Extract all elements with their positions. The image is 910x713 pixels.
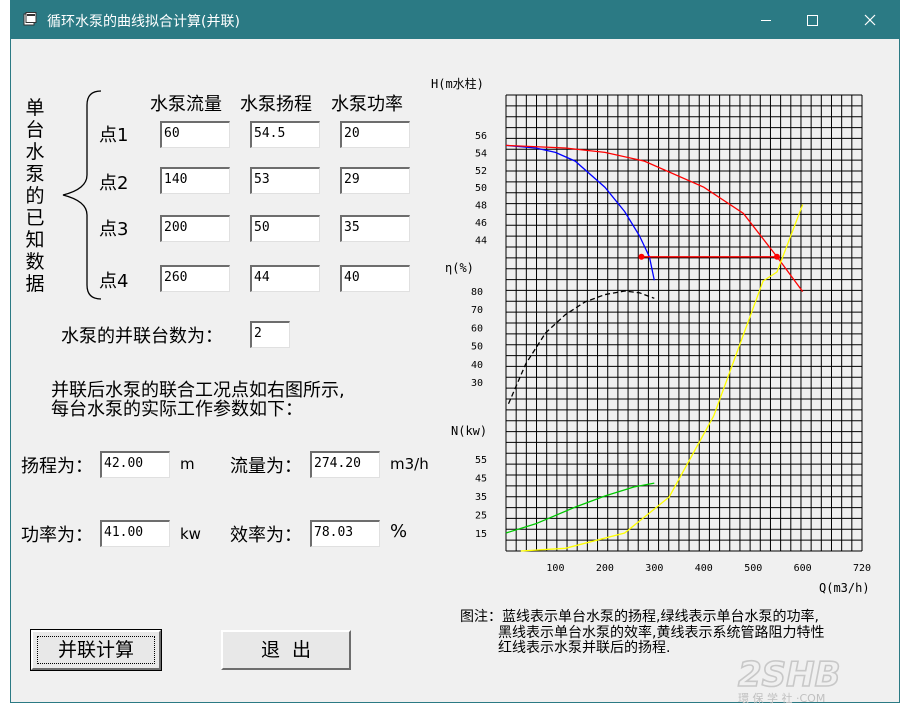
power-result-field[interactable]: 41.00: [100, 520, 170, 547]
x-tick-label: 100: [546, 563, 564, 574]
operating-point-single: [638, 253, 645, 260]
head-tick-label: 48: [475, 201, 487, 212]
x-tick-label: 500: [744, 563, 762, 574]
eff-unit: %: [390, 521, 408, 542]
power-field-3[interactable]: 35: [340, 215, 410, 242]
flow-field-2[interactable]: 140: [160, 167, 230, 194]
head-field-4[interactable]: 44: [250, 265, 320, 292]
known-data-label: 单台水泵的已知数据: [25, 97, 45, 295]
svg-text:2SHB: 2SHB: [738, 655, 841, 695]
power-tick-label: 45: [475, 474, 487, 485]
head-field-1[interactable]: 54.5: [250, 121, 320, 148]
x-tick-label: 200: [596, 563, 614, 574]
app-icon: [23, 12, 37, 26]
flow-result-label: 流量为：: [230, 456, 302, 477]
head-result-label: 扬程为：: [21, 456, 93, 477]
watermark-logo: 2SHB 環 保 学 社 ·COM: [737, 654, 841, 705]
flow-result-field[interactable]: 274.20: [310, 451, 380, 478]
minimize-icon: [761, 20, 771, 21]
head-result-field[interactable]: 42.00: [100, 451, 170, 478]
x-tick-label: 600: [794, 563, 812, 574]
eff-result-field[interactable]: 78.03: [310, 520, 380, 547]
power-field-2[interactable]: 29: [340, 167, 410, 194]
x-tick-label: 720: [853, 563, 871, 574]
parallel-calc-button[interactable]: 并联计算: [30, 629, 162, 671]
head-tick-label: 46: [475, 218, 487, 229]
legend-note-line-2: 黑线表示单台水泵的效率,黄线表示系统管路阻力特性: [498, 625, 825, 641]
col-header-flow: 水泵流量: [150, 94, 222, 115]
head-field-2[interactable]: 53: [250, 167, 320, 194]
exit-button[interactable]: 退 出: [221, 630, 351, 670]
title-bar: 循环水泵的曲线拟合计算(并联): [11, 1, 899, 39]
power-tick-label: 55: [475, 455, 487, 466]
legend-note-line-1: 图注：蓝线表示单台水泵的扬程,绿线表示单台水泵的功率,: [460, 609, 819, 625]
x-axis-label: Q(m3/h): [819, 581, 870, 595]
flow-field-1[interactable]: 60: [160, 121, 230, 148]
head-field-3[interactable]: 50: [250, 215, 320, 242]
parallel-count-label: 水泵的并联台数为：: [61, 326, 223, 347]
close-icon: [864, 14, 876, 26]
power-result-label: 功率为：: [21, 525, 93, 546]
svg-text:環 保 学 社 ·COM: 環 保 学 社 ·COM: [738, 691, 825, 705]
info-line-2: 每台水泵的实际工作参数如下：: [51, 399, 303, 420]
power-tick-label: 15: [475, 529, 487, 540]
window-title: 循环水泵的曲线拟合计算(并联): [47, 14, 240, 30]
row-label-3: 点3: [99, 219, 129, 240]
eff-tick-label: 60: [471, 323, 483, 334]
maximize-icon: [807, 15, 818, 26]
app-window: 循环水泵的曲线拟合计算(并联) 单台水泵的已知数据 水泵流量 水泵扬程 水泵功率…: [10, 0, 900, 703]
info-line-1: 并联后水泵的联合工况点如右图所示,: [51, 380, 345, 401]
client-area: 单台水泵的已知数据 水泵流量 水泵扬程 水泵功率 点1 60 54.5 20 点…: [11, 39, 899, 702]
col-header-head: 水泵扬程: [240, 94, 312, 115]
parallel-count-field[interactable]: 2: [250, 321, 290, 348]
row-label-2: 点2: [99, 173, 129, 194]
head-tick-label: 54: [475, 148, 487, 159]
eff-tick-label: 80: [471, 287, 483, 298]
legend-note-line-3: 红线表示水泵并联后的扬程.: [498, 640, 671, 656]
head-tick-label: 56: [475, 131, 487, 142]
eff-tick-label: 50: [471, 342, 483, 353]
power-unit: kw: [180, 525, 201, 543]
eff-tick-label: 70: [471, 305, 483, 316]
row-label-1: 点1: [99, 125, 129, 146]
flow-field-3[interactable]: 200: [160, 215, 230, 242]
head-axis-label: H(m水柱): [431, 76, 484, 91]
focus-rect: [37, 636, 155, 664]
close-button[interactable]: [847, 1, 893, 39]
eff-axis-label: η(%): [445, 261, 474, 275]
head-tick-label: 52: [475, 166, 487, 177]
head-tick-label: 44: [475, 235, 487, 246]
exit-label: 退 出: [260, 639, 312, 661]
head-tick-label: 50: [475, 183, 487, 194]
power-field-4[interactable]: 40: [340, 265, 410, 292]
pump-curve-chart: H(m水柱) η(%) N(kw) 56 54 52 50 48 46 44 80 70 60 50 40 3…: [431, 76, 871, 595]
flow-field-4[interactable]: 260: [160, 265, 230, 292]
power-tick-label: 35: [475, 492, 487, 503]
eff-tick-label: 30: [471, 378, 483, 389]
x-tick-label: 400: [695, 563, 713, 574]
eff-result-label: 效率为：: [230, 525, 302, 546]
eff-tick-label: 40: [471, 360, 483, 371]
x-tick-label: 300: [645, 563, 663, 574]
operating-point-parallel: [773, 253, 780, 260]
row-label-4: 点4: [99, 271, 129, 292]
maximize-button[interactable]: [789, 1, 835, 39]
head-unit: m: [180, 455, 195, 473]
col-header-power: 水泵功率: [331, 94, 403, 115]
power-tick-label: 25: [475, 511, 487, 522]
power-field-1[interactable]: 20: [340, 121, 410, 148]
power-axis-label: N(kw): [451, 424, 487, 438]
minimize-button[interactable]: [743, 1, 789, 39]
